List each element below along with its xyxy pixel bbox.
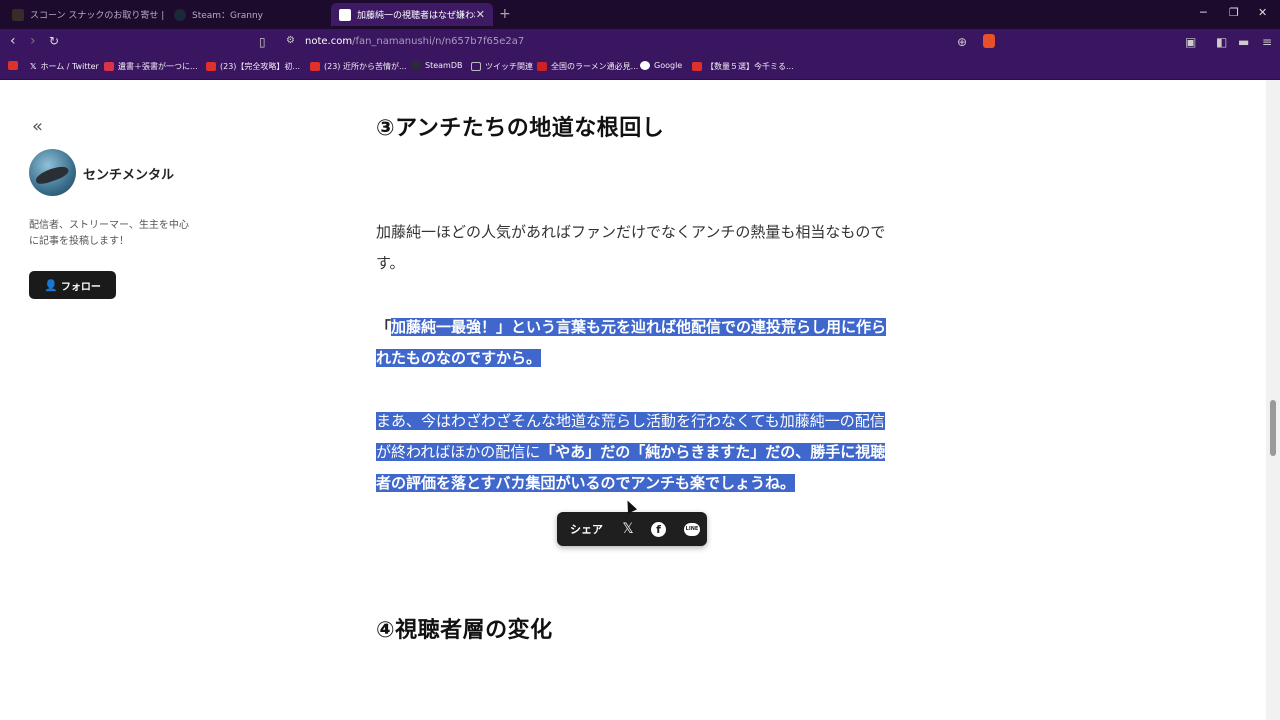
section-heading-4: ④視聴者層の変化	[376, 618, 553, 643]
site-info-icon[interactable]: ⚙	[286, 35, 295, 46]
bookmark-twitter[interactable]: 𝕏 ホーム / Twitter	[30, 61, 99, 72]
author-bio: 配信者、ストリーマー、生主を中心に記事を投稿します！	[29, 220, 189, 247]
share-popup: シェア 𝕏 f LINE	[557, 512, 707, 546]
follow-button[interactable]: 👤 フォロー	[29, 271, 116, 299]
collapse-sidebar-icon[interactable]: «	[32, 116, 43, 137]
tab-title: 加藤純一の視聴者はなぜ嫌われて	[357, 11, 475, 21]
bookmark-4[interactable]: (23) 近所から苦情が...	[310, 61, 407, 72]
article-page: « センチメンタル 配信者、ストリーマー、生主を中心に記事を投稿します！ 👤 フ…	[0, 80, 1266, 720]
tab-favicon	[12, 8, 24, 21]
new-tab-button[interactable]: +	[499, 6, 511, 22]
back-icon[interactable]: ‹	[10, 34, 16, 48]
tab-2[interactable]: Steam：Granny	[166, 3, 326, 26]
reader-icon[interactable]: ▣	[1185, 35, 1196, 49]
line-share-icon[interactable]: LINE	[684, 522, 700, 536]
close-window-icon[interactable]: ✕	[1258, 6, 1267, 19]
author-name[interactable]: センチメンタル	[83, 164, 174, 183]
steam-icon	[174, 8, 186, 21]
youtube-icon	[310, 62, 320, 71]
bookmark-favicon	[537, 62, 547, 71]
bookmark-folder[interactable]: ツイッチ関連	[471, 61, 533, 72]
wallet-icon[interactable]: ▬	[1238, 35, 1249, 49]
paragraph-2: 「加藤純一最強！」という言葉も元を辿れば他配信での連投荒らし用に作られたものなの…	[376, 312, 891, 374]
google-icon	[640, 61, 650, 70]
youtube-icon	[206, 62, 216, 71]
x-icon: 𝕏	[30, 62, 37, 71]
bookmarks-bar: 𝕏 ホーム / Twitter 遺書＋張書が一つに... (23)【完全攻略】初.…	[0, 55, 1280, 80]
tab-title: Steam：Granny	[192, 11, 263, 21]
close-tab-icon[interactable]: ✕	[476, 8, 485, 21]
paragraph-2-selected: 加藤純一最強！」という言葉も元を辿れば他配信での連投荒らし用に作られたものなので…	[376, 318, 887, 367]
bookmark-icon[interactable]: ▯	[259, 35, 266, 49]
reload-icon[interactable]: ↻	[49, 34, 59, 48]
avatar[interactable]	[29, 149, 76, 196]
bookmark-2[interactable]: 遺書＋張書が一つに...	[104, 61, 198, 72]
x-share-icon[interactable]: 𝕏	[619, 521, 637, 537]
bookmark-favicon	[104, 62, 114, 71]
paragraph-3: まあ、今はわざわざそんな地道な荒らし活動を行わなくても加藤純一の配信が終わればほ…	[376, 406, 891, 499]
url-path: /fan_namanushi/n/n657b7f65e2a7	[352, 36, 525, 47]
bookmark-google[interactable]: Google	[640, 61, 682, 70]
section-heading-3: ③アンチたちの地道な根回し	[376, 116, 665, 141]
facebook-share-icon[interactable]: f	[651, 521, 666, 537]
tab-title: スコーン スナックのお取り寄せ | 公式通販	[30, 11, 164, 21]
note-icon	[339, 8, 351, 21]
add-user-icon: 👤	[44, 278, 58, 292]
youtube-icon	[692, 62, 702, 71]
url-host: note.com	[305, 36, 353, 47]
youtube-icon	[8, 61, 18, 70]
bookmark-youtube[interactable]	[8, 61, 22, 70]
menu-icon[interactable]: ≡	[1262, 35, 1272, 49]
bookmark-ramen[interactable]: 全国のラーメン通必見...	[537, 61, 638, 72]
tab-bar: スコーン スナックのお取り寄せ | 公式通販 Steam：Granny 加藤純一…	[0, 0, 1280, 29]
brave-shield-icon[interactable]	[983, 34, 995, 48]
steamdb-icon	[411, 61, 421, 70]
tab-3-active[interactable]: 加藤純一の視聴者はなぜ嫌われて ✕	[331, 3, 493, 26]
share-label: シェア	[570, 523, 603, 536]
scrollbar-thumb[interactable]	[1270, 400, 1276, 456]
tab-1[interactable]: スコーン スナックのお取り寄せ | 公式通販	[4, 3, 164, 26]
bookmark-3[interactable]: (23)【完全攻略】初...	[206, 61, 300, 72]
restore-icon[interactable]: ❐	[1229, 6, 1239, 19]
bookmark-9[interactable]: 【数量５選】今千ミる...	[692, 61, 794, 72]
folder-icon	[471, 62, 481, 71]
page-scrollbar[interactable]	[1266, 80, 1280, 720]
address-toolbar: ‹ › ↻ ▯ ⚙ note.com/fan_namanushi/n/n657b…	[0, 29, 1280, 55]
forward-icon[interactable]: ›	[30, 34, 36, 48]
minimize-icon[interactable]: ─	[1200, 6, 1207, 19]
bookmark-steamdb[interactable]: SteamDB	[411, 61, 462, 70]
address-bar[interactable]: note.com/fan_namanushi/n/n657b7f65e2a7	[305, 36, 524, 47]
paragraph-1: 加藤純一ほどの人気があればファンだけでなくアンチの熱量も相当なものです。	[376, 223, 886, 272]
sidebar-toggle-icon[interactable]: ◧	[1216, 35, 1227, 49]
zoom-icon[interactable]: ⊕	[957, 35, 967, 49]
paragraph-2-lead: 「	[376, 318, 392, 336]
